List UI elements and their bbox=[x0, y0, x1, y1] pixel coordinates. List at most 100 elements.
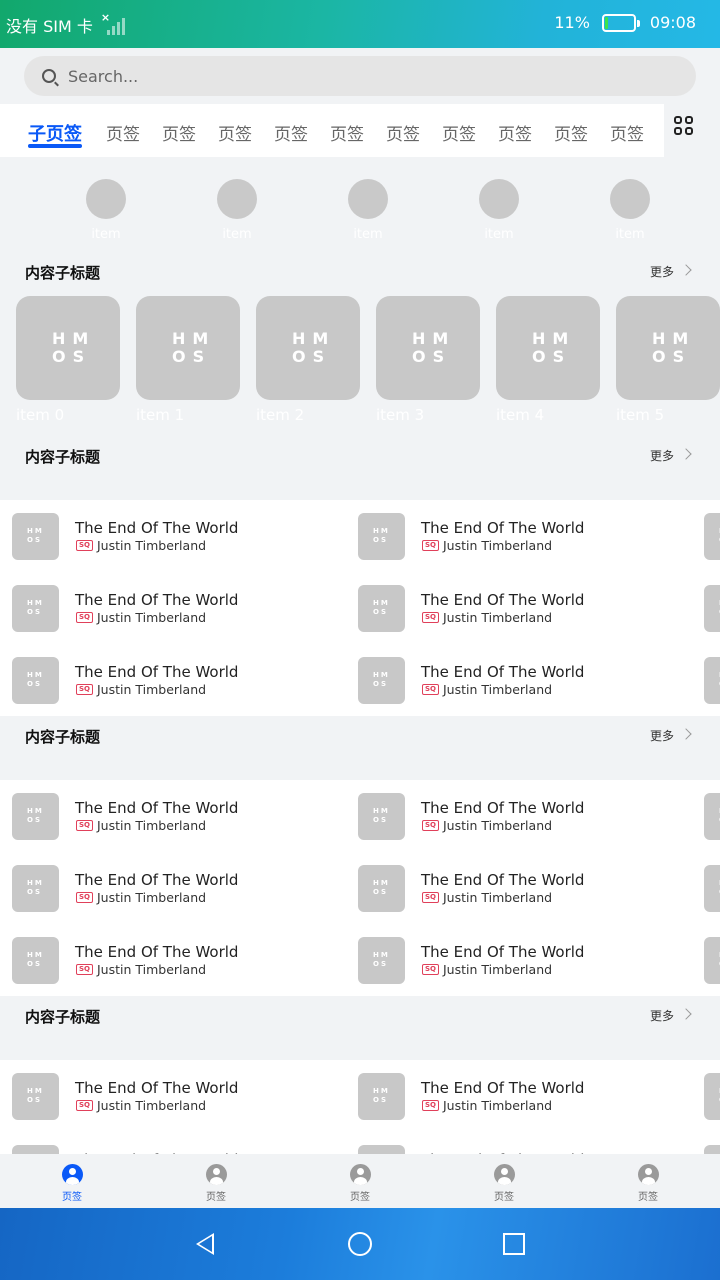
bottom-tab[interactable]: 页签 bbox=[330, 1164, 390, 1203]
album-thumbnail: HMOS bbox=[704, 793, 720, 840]
bottom-tab-label: 页签 bbox=[638, 1192, 658, 1203]
recents-icon[interactable] bbox=[503, 1233, 525, 1255]
circle-item[interactable]: item bbox=[610, 179, 650, 242]
item-card[interactable]: HM OS bbox=[376, 296, 480, 400]
hmos-logo: HMOS bbox=[532, 329, 576, 366]
tab-item[interactable]: 页签 bbox=[330, 104, 386, 157]
item-card[interactable]: HM OS bbox=[136, 296, 240, 400]
song-title: The End Of The World bbox=[75, 1079, 239, 1097]
card-label: item 4 bbox=[496, 406, 545, 424]
album-thumbnail: HMOS bbox=[704, 585, 720, 632]
tab-item[interactable]: 页签 bbox=[218, 104, 274, 157]
album-thumbnail: HMOS bbox=[358, 793, 405, 840]
circle-item-label: item bbox=[615, 227, 645, 242]
song-list-item[interactable]: HMOSThe End Of The WorldSQJustin Timberl… bbox=[358, 657, 698, 705]
album-thumbnail: HMOS bbox=[358, 1145, 405, 1154]
tab-item[interactable]: 页签 bbox=[106, 104, 162, 157]
circle-item-row: item item item item item bbox=[0, 157, 720, 252]
tab-item[interactable]: 页签 bbox=[554, 104, 610, 157]
song-list: HM OS The End Of The World SQ Justin Timberl… bbox=[0, 780, 720, 996]
item-card[interactable]: HM OS bbox=[256, 296, 360, 400]
home-icon[interactable] bbox=[348, 1232, 372, 1256]
chevron-right-icon[interactable] bbox=[680, 448, 692, 460]
song-list-item[interactable]: HMOSThe End Of The WorldSQJustin Timberl… bbox=[704, 793, 720, 841]
song-list-item[interactable]: HMOSThe End Of The WorldSQJustin Timberl… bbox=[12, 937, 352, 985]
chevron-right-icon[interactable] bbox=[680, 1008, 692, 1020]
sq-badge: SQ bbox=[76, 964, 93, 975]
song-list-item[interactable]: HMOSThe End Of The WorldSQJustin Timberl… bbox=[704, 657, 720, 705]
item-card[interactable]: HM OS bbox=[616, 296, 720, 400]
album-thumbnail: HMOS bbox=[358, 657, 405, 704]
song-list-item[interactable]: HMOSThe End Of The WorldSQJustin Timberl… bbox=[358, 865, 698, 913]
song-list-item[interactable]: HMOSThe End Of The WorldSQJustin Timberl… bbox=[358, 513, 698, 561]
circle-item[interactable]: item bbox=[348, 179, 388, 242]
song-list-item[interactable]: HMOSThe End Of The WorldSQJustin Timberl… bbox=[704, 1145, 720, 1154]
song-list-item[interactable]: HMOSThe End Of The WorldSQJustin Timberl… bbox=[12, 1145, 352, 1154]
song-list-item[interactable]: HMOSThe End Of The WorldSQJustin Timberl… bbox=[358, 1073, 698, 1121]
album-thumbnail: HMOS bbox=[704, 937, 720, 984]
card-label: item 3 bbox=[376, 406, 425, 424]
song-artist: Justin Timberland bbox=[443, 818, 553, 833]
tab-active[interactable]: 子页签 bbox=[28, 104, 106, 157]
hmos-logo: HMOS bbox=[27, 527, 44, 544]
song-list-item[interactable]: HMOSThe End Of The WorldSQJustin Timberl… bbox=[12, 657, 352, 705]
song-list-item[interactable]: HMOSThe End Of The WorldSQJustin Timberl… bbox=[704, 513, 720, 561]
item-card[interactable]: HM OS bbox=[16, 296, 120, 400]
user-icon bbox=[61, 1164, 83, 1185]
song-title: The End Of The World bbox=[75, 519, 239, 537]
more-link[interactable]: 更多 bbox=[650, 447, 674, 464]
section-header: 内容子标题 更多 bbox=[0, 252, 720, 296]
hmos-logo: HMOS bbox=[373, 599, 390, 616]
bottom-tab[interactable]: 页签 bbox=[474, 1164, 534, 1203]
song-list-item[interactable]: HMOSThe End Of The WorldSQJustin Timberl… bbox=[358, 585, 698, 633]
bottom-tab[interactable]: 页签 bbox=[618, 1164, 678, 1203]
song-title: The End Of The World bbox=[421, 871, 585, 889]
battery-percent: 11% bbox=[554, 13, 590, 32]
bottom-tab[interactable]: 页签 bbox=[186, 1164, 246, 1203]
tab-item[interactable]: 页签 bbox=[386, 104, 442, 157]
search-box[interactable] bbox=[24, 56, 696, 96]
tab-item[interactable]: 页签 bbox=[162, 104, 218, 157]
chevron-right-icon[interactable] bbox=[680, 264, 692, 276]
song-list-item[interactable]: HMOSThe End Of The WorldSQJustin Timberl… bbox=[12, 865, 352, 913]
bottom-tab[interactable]: 页签 bbox=[42, 1164, 102, 1203]
song-list-item[interactable]: HMOSThe End Of The WorldSQJustin Timberl… bbox=[358, 1145, 698, 1154]
song-list-item[interactable]: HMOSThe End Of The WorldSQJustin Timberl… bbox=[12, 1073, 352, 1121]
grid-icon[interactable] bbox=[674, 116, 694, 136]
hmos-logo: HMOS bbox=[292, 329, 336, 366]
more-link[interactable]: 更多 bbox=[650, 263, 674, 280]
song-list-item[interactable]: HMOSThe End Of The WorldSQJustin Timberl… bbox=[704, 585, 720, 633]
song-artist: Justin Timberland bbox=[443, 682, 553, 697]
tab-item[interactable]: 页签 bbox=[442, 104, 498, 157]
item-card[interactable]: HM OS bbox=[496, 296, 600, 400]
hmos-logo: HMOS bbox=[27, 671, 44, 688]
song-title: The End Of The World bbox=[75, 663, 239, 681]
circle-item[interactable]: item bbox=[479, 179, 519, 242]
sq-badge: SQ bbox=[422, 892, 439, 903]
song-list-item[interactable]: HMOSThe End Of The WorldSQJustin Timberl… bbox=[12, 793, 352, 841]
user-icon bbox=[205, 1164, 227, 1185]
tab-item[interactable]: 页签 bbox=[498, 104, 554, 157]
song-list-item[interactable]: HMOSThe End Of The WorldSQJustin Timberl… bbox=[358, 937, 698, 985]
song-list-item[interactable]: HMOSThe End Of The WorldSQJustin Timberl… bbox=[12, 513, 352, 561]
search-input[interactable] bbox=[68, 66, 628, 86]
song-list-item[interactable]: HMOSThe End Of The WorldSQJustin Timberl… bbox=[358, 793, 698, 841]
circle-item-label: item bbox=[353, 227, 383, 242]
song-list-item[interactable]: HMOSThe End Of The WorldSQJustin Timberl… bbox=[704, 1073, 720, 1121]
content-scroll[interactable]: item item item item item 内容子标题 更多 HM OS item 0… bbox=[0, 157, 720, 1154]
song-list-item[interactable]: HMOSThe End Of The WorldSQJustin Timberl… bbox=[704, 865, 720, 913]
song-list-item[interactable]: HMOSThe End Of The WorldSQJustin Timberl… bbox=[704, 937, 720, 985]
circle-item[interactable]: item bbox=[86, 179, 126, 242]
hmos-logo: HMOS bbox=[172, 329, 216, 366]
back-icon[interactable] bbox=[196, 1233, 214, 1255]
song-list-item[interactable]: HMOSThe End Of The WorldSQJustin Timberl… bbox=[12, 585, 352, 633]
section-title: 内容子标题 bbox=[25, 1008, 101, 1026]
song-artist: Justin Timberland bbox=[97, 962, 207, 977]
circle-item[interactable]: item bbox=[217, 179, 257, 242]
chevron-right-icon[interactable] bbox=[680, 728, 692, 740]
more-link[interactable]: 更多 bbox=[650, 1007, 674, 1024]
tab-item[interactable]: 页签 bbox=[274, 104, 330, 157]
more-link[interactable]: 更多 bbox=[650, 727, 674, 744]
hmos-logo: HMOS bbox=[27, 1087, 44, 1104]
tab-item[interactable]: 页签 bbox=[610, 104, 666, 157]
